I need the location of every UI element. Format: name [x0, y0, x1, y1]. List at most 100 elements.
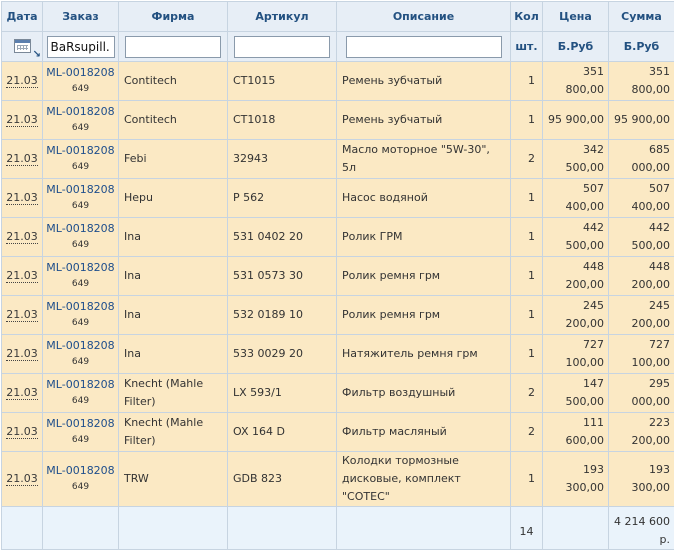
row-date-link[interactable]: 21.03 — [6, 425, 38, 439]
row-description: Фильтр воздушный — [337, 374, 511, 413]
row-date-cell: 21.03 — [2, 452, 43, 507]
row-description: Ролик ГРМ — [337, 218, 511, 257]
price-unit-label: Б.Руб — [543, 32, 609, 62]
row-sum: 351 800,00 — [609, 62, 674, 101]
row-qty: 1 — [511, 452, 543, 507]
row-order-cell: ML-0018208649 — [43, 296, 119, 335]
row-sum: 223 200,00 — [609, 413, 674, 452]
row-sum: 507 400,00 — [609, 179, 674, 218]
row-price: 507 400,00 — [543, 179, 609, 218]
column-header-date[interactable]: Дата — [2, 2, 43, 32]
filter-row: ↘ шт. Б.Руб Б.Руб — [2, 32, 674, 62]
row-date-link[interactable]: 21.03 — [6, 113, 38, 127]
column-header-price[interactable]: Цена — [543, 2, 609, 32]
table-row: 21.03ML-0018208649Febi32943Масло моторно… — [2, 140, 674, 179]
totals-row: 14 4 214 600 р. — [2, 507, 674, 550]
row-article: 531 0573 30 — [228, 257, 337, 296]
row-brand: Ina — [119, 335, 228, 374]
row-article: 533 0029 20 — [228, 335, 337, 374]
row-price: 342 500,00 — [543, 140, 609, 179]
row-order-suffix: 649 — [43, 237, 118, 254]
row-sum: 727 100,00 — [609, 335, 674, 374]
table-row: 21.03ML-0018208649Ina532 0189 10Ролик ре… — [2, 296, 674, 335]
description-filter-cell — [337, 32, 511, 62]
row-qty: 1 — [511, 335, 543, 374]
order-filter-cell — [43, 32, 119, 62]
table-row: 21.03ML-0018208649ContitechCT1015Ремень … — [2, 62, 674, 101]
sum-unit-label: Б.Руб — [609, 32, 674, 62]
row-date-link[interactable]: 21.03 — [6, 269, 38, 283]
row-brand: Ina — [119, 218, 228, 257]
row-order-suffix: 649 — [43, 432, 118, 449]
row-article: LX 593/1 — [228, 374, 337, 413]
row-sum: 295 000,00 — [609, 374, 674, 413]
row-order-link[interactable]: ML-0018208 — [43, 103, 118, 120]
row-order-suffix: 649 — [43, 81, 118, 98]
row-price: 727 100,00 — [543, 335, 609, 374]
row-sum: 442 500,00 — [609, 218, 674, 257]
row-order-cell: ML-0018208649 — [43, 374, 119, 413]
row-description: Масло моторное "5W-30", 5л — [337, 140, 511, 179]
row-article: 531 0402 20 — [228, 218, 337, 257]
row-article: GDB 823 — [228, 452, 337, 507]
row-brand: Knecht (Mahle Filter) — [119, 374, 228, 413]
column-header-description[interactable]: Описание — [337, 2, 511, 32]
row-date-link[interactable]: 21.03 — [6, 472, 38, 486]
row-order-link[interactable]: ML-0018208 — [43, 64, 118, 81]
row-date-link[interactable]: 21.03 — [6, 386, 38, 400]
row-price: 193 300,00 — [543, 452, 609, 507]
row-date-cell: 21.03 — [2, 62, 43, 101]
row-sum: 193 300,00 — [609, 452, 674, 507]
sort-arrow-icon[interactable]: ↘ — [33, 50, 41, 60]
row-brand: Ina — [119, 257, 228, 296]
column-header-brand[interactable]: Фирма — [119, 2, 228, 32]
row-order-link[interactable]: ML-0018208 — [43, 181, 118, 198]
row-order-link[interactable]: ML-0018208 — [43, 415, 118, 432]
order-filter-input[interactable] — [47, 36, 115, 58]
table-row: 21.03 ML-0018208649Knecht (Mahle Filter)L… — [2, 374, 674, 413]
row-brand: Hepu — [119, 179, 228, 218]
row-article: CT1018 — [228, 101, 337, 140]
row-order-cell: ML-0018208649 — [43, 413, 119, 452]
row-order-suffix: 649 — [43, 276, 118, 293]
row-date-link[interactable]: 21.03 — [6, 191, 38, 205]
row-date-link[interactable]: 21.03 — [6, 347, 38, 361]
row-order-link[interactable]: ML-0018208 — [43, 220, 118, 237]
row-date-link[interactable]: 21.03 — [6, 74, 38, 88]
column-header-article[interactable]: Артикул — [228, 2, 337, 32]
row-order-link[interactable]: ML-0018208 — [43, 337, 118, 354]
totals-empty-order — [43, 507, 119, 550]
row-date-cell: 21.03 — [2, 374, 43, 413]
row-article: 32943 — [228, 140, 337, 179]
row-date-link[interactable]: 21.03 — [6, 230, 38, 244]
row-order-link[interactable]: ML-0018208 — [43, 142, 118, 159]
row-brand: Febi — [119, 140, 228, 179]
brand-filter-cell — [119, 32, 228, 62]
row-description: Фильтр масляный — [337, 413, 511, 452]
row-order-suffix: 649 — [43, 120, 118, 137]
description-filter-input[interactable] — [346, 36, 502, 58]
row-order-suffix: 649 — [43, 479, 118, 496]
row-order-link[interactable]: ML-0018208 — [43, 259, 118, 276]
column-header-order[interactable]: Заказ — [43, 2, 119, 32]
row-qty: 1 — [511, 296, 543, 335]
row-order-link[interactable]: ML-0018208 — [43, 298, 118, 315]
row-order-link[interactable]: ML-0018208 — [43, 376, 118, 393]
row-qty: 1 — [511, 62, 543, 101]
table-row: 21.03ML-0018208649Knecht (Mahle Filter)O… — [2, 413, 674, 452]
row-description: Натяжитель ремня грм — [337, 335, 511, 374]
row-article: OX 164 D — [228, 413, 337, 452]
row-qty: 2 — [511, 413, 543, 452]
calendar-icon[interactable] — [14, 38, 31, 52]
column-header-qty[interactable]: Кол — [511, 2, 543, 32]
row-order-link[interactable]: ML-0018208 — [43, 462, 118, 479]
row-date-cell: 21.03 — [2, 179, 43, 218]
brand-filter-input[interactable] — [125, 36, 221, 58]
article-filter-input[interactable] — [234, 36, 330, 58]
row-date-link[interactable]: 21.03 — [6, 308, 38, 322]
row-date-link[interactable]: 21.03 — [6, 152, 38, 166]
row-price: 442 500,00 — [543, 218, 609, 257]
column-header-sum[interactable]: Сумма — [609, 2, 674, 32]
row-date-cell: 21.03 — [2, 101, 43, 140]
row-description: Насос водяной — [337, 179, 511, 218]
